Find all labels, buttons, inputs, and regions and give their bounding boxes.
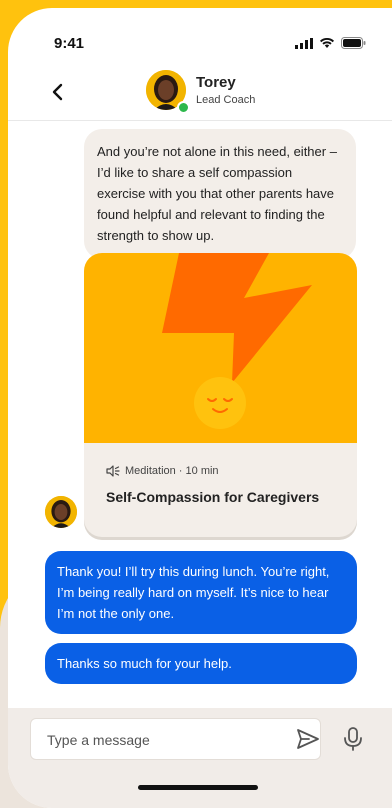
meditation-card[interactable]: Meditation · 10 min Self-Compassion for … [84, 253, 357, 537]
coach-name: Torey [196, 74, 236, 91]
send-icon[interactable] [295, 726, 321, 752]
status-icons [295, 37, 366, 49]
message-list[interactable]: And you’re not alone in this need, eithe… [8, 121, 392, 711]
battery-icon [341, 37, 366, 49]
coach-avatar-small [45, 496, 77, 528]
status-bar: 9:41 [8, 8, 392, 68]
status-time: 9:41 [54, 35, 85, 52]
cellular-signal-icon [295, 37, 313, 49]
phone-screen: 9:41 Torey Lead Coach And you’re not alo… [8, 8, 392, 808]
audio-speaker-icon [106, 465, 120, 477]
online-status-dot [177, 101, 190, 114]
card-meta: Meditation · 10 min [106, 465, 219, 477]
message-input[interactable]: Type a message [30, 718, 321, 760]
wifi-icon [320, 37, 334, 48]
back-chevron-icon[interactable] [46, 80, 70, 104]
card-artwork [84, 253, 357, 443]
card-title: Self-Compassion for Caregivers [106, 489, 320, 505]
message-composer: Type a message [8, 708, 392, 808]
coach-portrait-small-icon [45, 496, 77, 528]
outgoing-message-bubble: Thank you! I’ll try this during lunch. Y… [45, 551, 357, 634]
lightning-bolt-illustration-icon [162, 253, 312, 429]
home-indicator [138, 785, 258, 790]
card-meta-text: Meditation · 10 min [125, 465, 219, 477]
incoming-message-bubble: And you’re not alone in this need, eithe… [84, 129, 356, 259]
microphone-icon[interactable] [342, 726, 364, 752]
coach-role: Lead Coach [196, 94, 256, 106]
outgoing-message-bubble: Thanks so much for your help. [45, 643, 357, 684]
chat-header: Torey Lead Coach [8, 68, 392, 121]
